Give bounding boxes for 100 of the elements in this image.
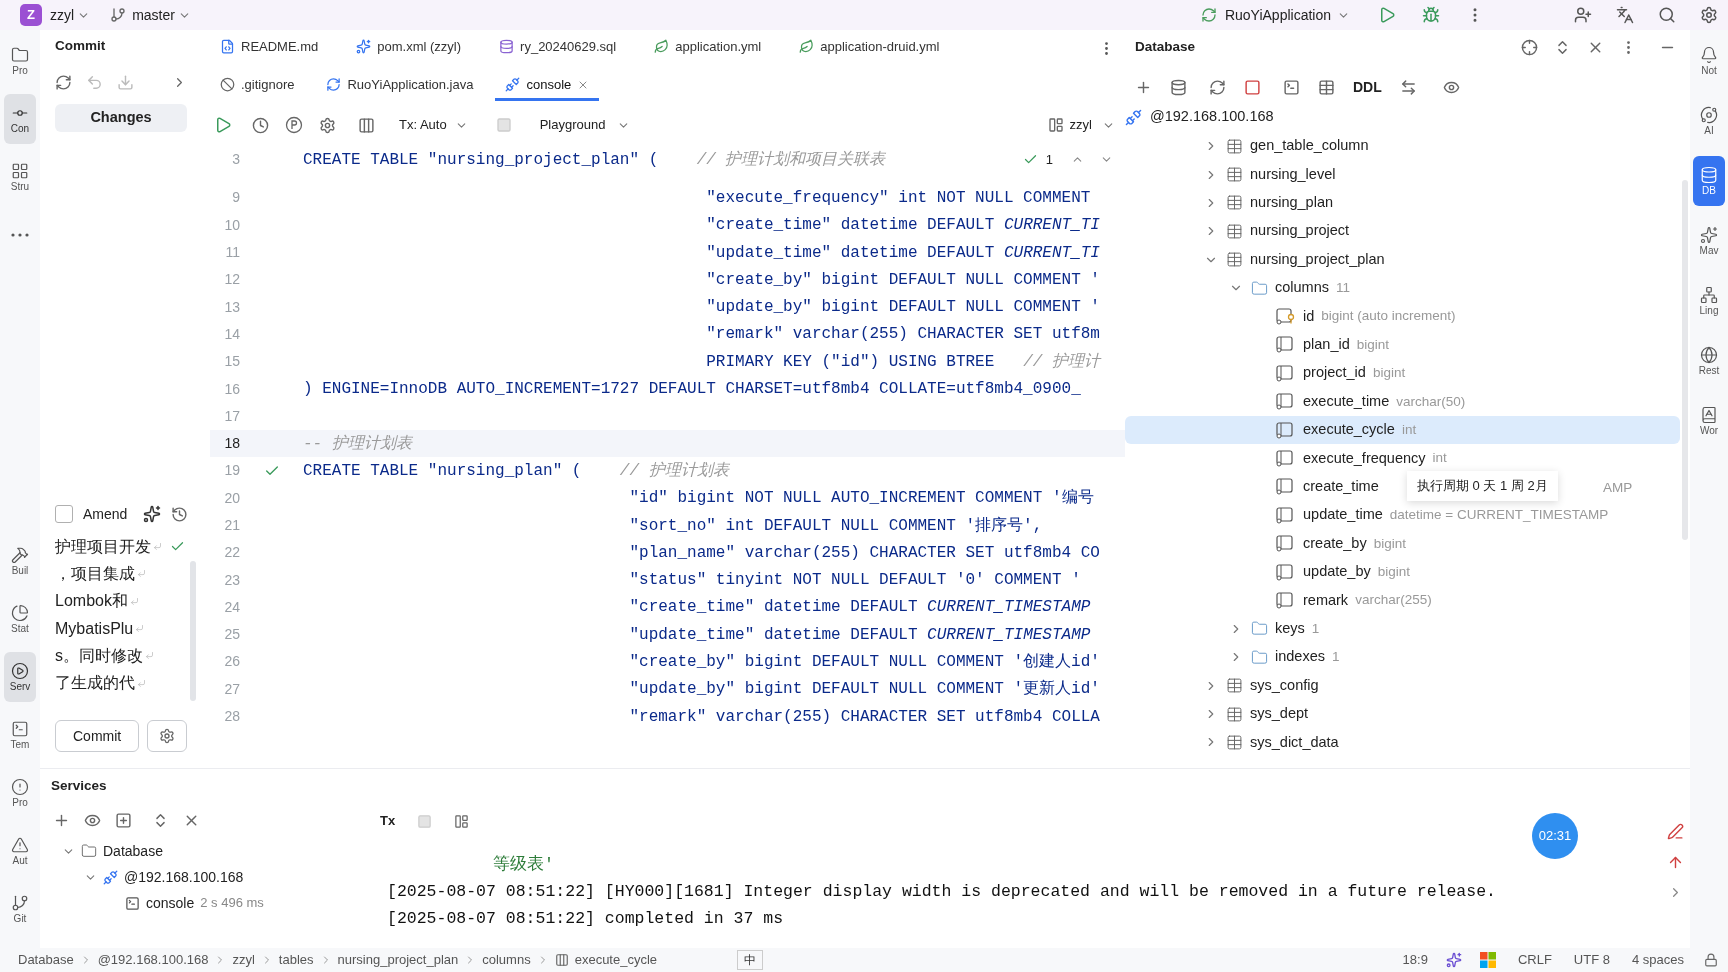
- checkbox[interactable]: [55, 505, 73, 523]
- run-icon[interactable]: [1378, 6, 1396, 24]
- tree-row[interactable]: nursing_plan: [1125, 188, 1334, 218]
- history-icon[interactable]: [171, 505, 189, 523]
- tool-window-button[interactable]: Stru: [4, 152, 36, 202]
- tool-window-button[interactable]: Git: [4, 884, 36, 934]
- breadcrumb[interactable]: execute_cycle: [574, 950, 658, 970]
- run-icon[interactable]: [214, 116, 232, 134]
- translate-icon[interactable]: [1616, 6, 1634, 24]
- commit-button[interactable]: Commit: [55, 720, 140, 752]
- parameter-icon[interactable]: [285, 116, 303, 134]
- sparkle-icon[interactable]: [1445, 952, 1462, 968]
- tree-row[interactable]: remark varchar(255): [1125, 586, 1432, 615]
- locate-icon[interactable]: [1521, 38, 1538, 56]
- breadcrumb[interactable]: columns: [482, 950, 531, 970]
- tool-window-button[interactable]: Buil: [4, 536, 36, 586]
- tool-window-button[interactable]: Ling: [1693, 276, 1725, 326]
- settings-icon[interactable]: [1700, 6, 1718, 24]
- settings-icon[interactable]: [319, 116, 336, 134]
- compare-icon[interactable]: [1399, 78, 1417, 96]
- tool-window-button[interactable]: AI: [1693, 96, 1725, 146]
- encoding[interactable]: UTF 8: [1573, 950, 1610, 970]
- tree-row[interactable]: Database: [51, 838, 350, 864]
- tool-window-button[interactable]: Wor: [1693, 396, 1725, 446]
- tree-row[interactable]: indexes 1: [1125, 643, 1340, 672]
- breadcrumb[interactable]: nursing_project_plan: [337, 950, 459, 970]
- table-icon: [1226, 194, 1243, 212]
- tool-window-button[interactable]: Con: [4, 94, 36, 144]
- new-tab-icon[interactable]: [115, 811, 132, 829]
- lock-icon[interactable]: [1704, 953, 1718, 967]
- tree-row[interactable]: execute_time varchar(50): [1125, 387, 1466, 416]
- disconnect-icon[interactable]: [1244, 78, 1261, 96]
- layout-icon[interactable]: [454, 813, 470, 829]
- tree-row[interactable]: sys_dept: [1125, 699, 1309, 729]
- schema-dropdown[interactable]: zzyl: [1069, 115, 1115, 135]
- tree-row[interactable]: project_id bigint: [1125, 359, 1406, 388]
- tree-row[interactable]: execute_cycle int: [1125, 415, 1680, 445]
- tool-window-button[interactable]: DB: [1693, 156, 1725, 206]
- editor-tab[interactable]: pom.xml (zzyl): [346, 33, 472, 63]
- editor-tab[interactable]: console: [495, 71, 600, 101]
- breadcrumb[interactable]: zzyl: [232, 950, 255, 970]
- tree-row[interactable]: execute_frequency int: [1125, 444, 1447, 473]
- indent-setting[interactable]: 4 spaces: [1631, 950, 1684, 970]
- tree-row[interactable]: sys_config: [1125, 671, 1319, 700]
- settings-button[interactable]: [147, 720, 188, 752]
- tree-row[interactable]: nursing_project: [1125, 217, 1350, 246]
- tree-row[interactable]: @192.168.100.168: [51, 864, 350, 890]
- tree-row[interactable]: keys 1: [1125, 614, 1320, 644]
- tree-row[interactable]: plan_id bigint: [1125, 330, 1390, 360]
- tree-row[interactable]: nursing_project_plan: [1125, 245, 1385, 274]
- debug-icon[interactable]: [1422, 6, 1440, 24]
- tree-row[interactable]: sys_dict_data: [1125, 728, 1339, 757]
- changes-tab[interactable]: Changes: [55, 104, 187, 132]
- breadcrumb[interactable]: @192.168.100.168: [97, 950, 209, 970]
- tool-window-button[interactable]: Serv: [4, 652, 36, 702]
- tree-row[interactable]: update_time datetime = CURRENT_TIMESTAMP: [1125, 501, 1609, 530]
- refresh-icon[interactable]: [1209, 78, 1226, 96]
- editor-tab[interactable]: application.yml: [644, 33, 772, 63]
- tree-row[interactable]: gen_table_column: [1125, 132, 1369, 161]
- tool-window-button[interactable]: Pro: [4, 768, 36, 818]
- table-icon[interactable]: [1318, 78, 1335, 96]
- add-user-icon[interactable]: [1574, 6, 1592, 24]
- tree-row[interactable]: create_by bigint: [1125, 529, 1406, 558]
- tree-row[interactable]: id bigint (auto increment): [1125, 302, 1456, 331]
- editor-tab[interactable]: README.md: [210, 33, 329, 63]
- history-icon[interactable]: [252, 116, 269, 134]
- tool-window-button[interactable]: Aut: [4, 826, 36, 876]
- line-number: 12: [223, 270, 240, 290]
- sparkle-icon[interactable]: [143, 505, 162, 523]
- refresh-icon[interactable]: [55, 73, 72, 91]
- code-line: ) ENGINE=InnoDB AUTO_INCREMENT=1727 DEFAULT CHARSET=utf8mb4 COLLATE=utf8mb4_0900_: [303, 379, 1081, 400]
- tool-window-button[interactable]: Tem: [4, 710, 36, 760]
- editor-tab[interactable]: .gitignore: [210, 71, 305, 101]
- editor-tab[interactable]: application-druid.yml: [789, 33, 950, 63]
- tree-row[interactable]: nursing_level: [1125, 160, 1336, 189]
- tool-window-button[interactable]: Rest: [1693, 336, 1725, 386]
- tree-row[interactable]: console 2 s 496 ms: [51, 890, 350, 916]
- editor-tab[interactable]: ry_20240629.sql: [489, 33, 627, 63]
- breadcrumb[interactable]: Database: [18, 950, 74, 970]
- tree-row[interactable]: create_time: [1125, 472, 1379, 502]
- run-config-menu[interactable]: RuoYiApplication: [1224, 4, 1350, 26]
- cursor-position[interactable]: 18:9: [1402, 950, 1428, 970]
- tool-window-button[interactable]: Stat: [4, 594, 36, 644]
- pen-icon[interactable]: [1667, 823, 1684, 840]
- line-ending[interactable]: CRLF: [1517, 950, 1552, 970]
- tool-window-button[interactable]: Not: [1693, 36, 1725, 86]
- tool-window-button[interactable]: Mav: [1693, 216, 1725, 266]
- transaction-dropdown[interactable]: Tx: Auto: [399, 115, 468, 135]
- editor-tab[interactable]: RuoYiApplication.java: [316, 71, 484, 101]
- data-source-icon[interactable]: [1170, 78, 1187, 96]
- project-menu[interactable]: zzyl: [50, 4, 91, 26]
- session-dropdown[interactable]: Playground: [539, 115, 631, 135]
- breadcrumb[interactable]: tables: [278, 950, 314, 970]
- tree-row[interactable]: update_by bigint: [1125, 557, 1410, 587]
- branch-menu[interactable]: master: [132, 4, 191, 26]
- tree-row[interactable]: columns 11: [1125, 273, 1350, 303]
- search-icon[interactable]: [1658, 6, 1676, 24]
- tool-window-button[interactable]: Pro: [4, 36, 36, 86]
- ddl-button[interactable]: DDL: [1353, 76, 1382, 98]
- table-view-icon[interactable]: [358, 116, 375, 134]
